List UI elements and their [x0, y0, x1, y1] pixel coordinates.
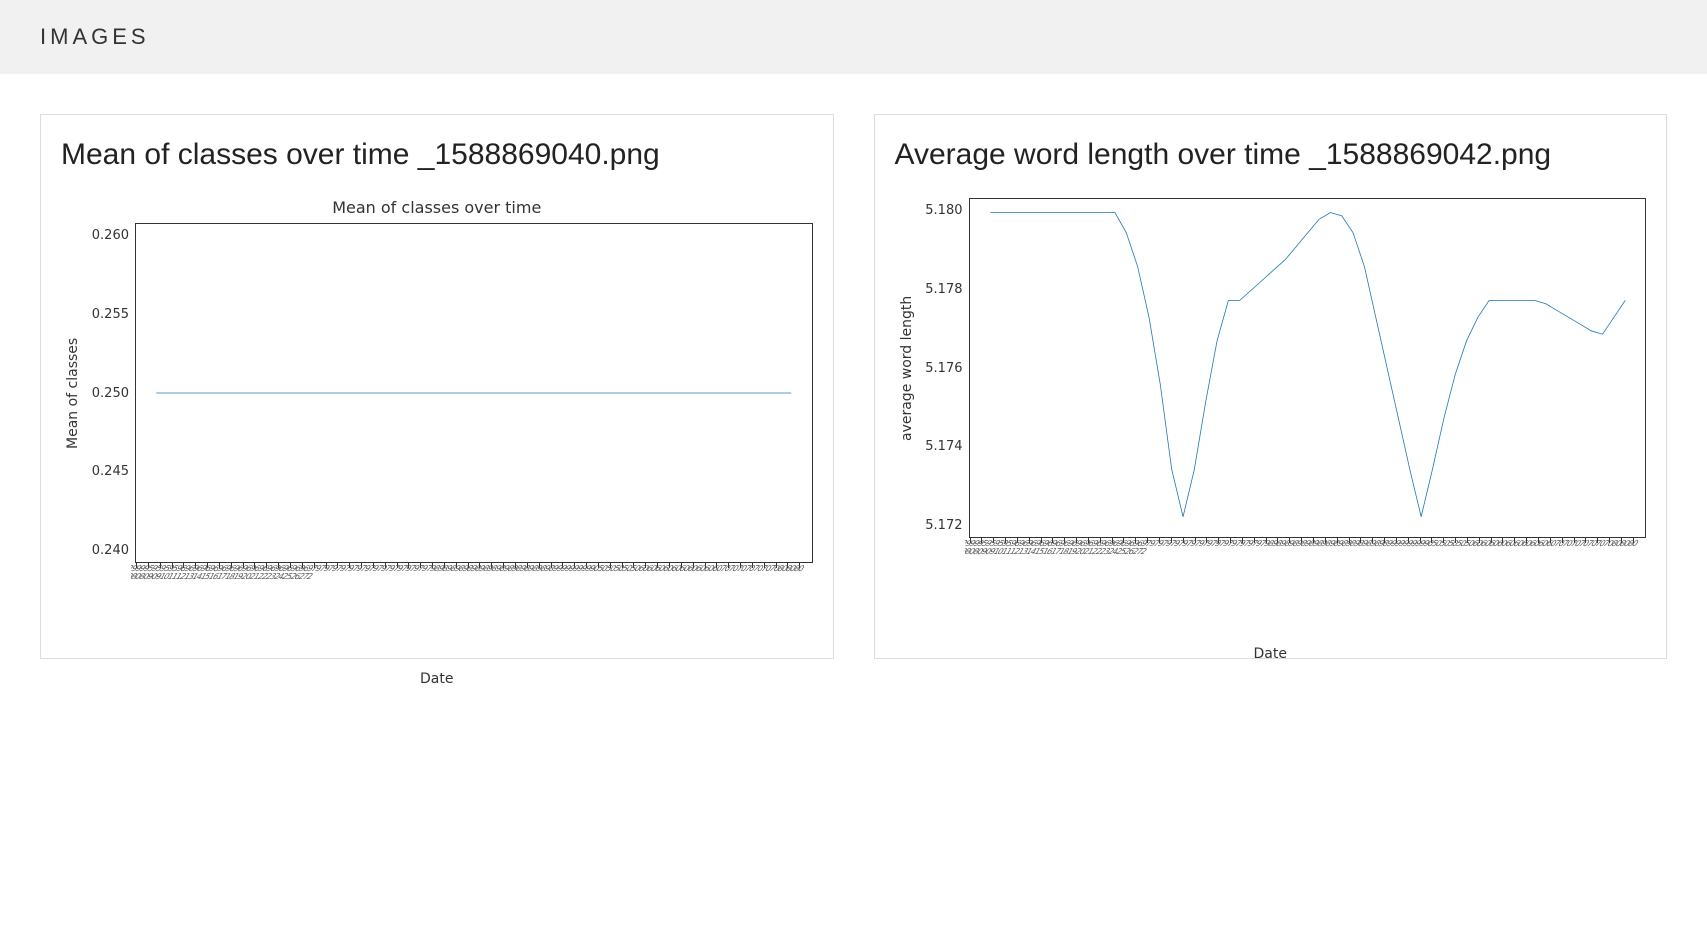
chart-xlabel: Date — [61, 671, 813, 687]
chart-plot-area — [135, 223, 813, 563]
ytick: 5.180 — [919, 204, 963, 217]
chart-mean-of-classes: Mean of classes over time Mean of classe… — [61, 198, 813, 638]
ytick: 5.178 — [919, 283, 963, 296]
ytick: 0.255 — [85, 308, 129, 321]
image-card-title: Mean of classes over time _1588869040.pn… — [61, 135, 813, 174]
chart-body: average word length 5.180 5.178 5.176 5.… — [895, 198, 1647, 538]
image-card: Average word length over time _158886904… — [874, 114, 1668, 659]
ytick: 0.240 — [85, 544, 129, 557]
chart-svg — [970, 199, 1646, 537]
chart-yticks: 0.260 0.255 0.250 0.245 0.240 — [85, 223, 135, 563]
chart-ylabel: average word length — [895, 198, 919, 538]
xtick-texture: 2999959595959696969696969696969696969696… — [131, 563, 809, 611]
chart-body: Mean of classes 0.260 0.255 0.250 0.245 … — [61, 223, 813, 563]
section-header: IMAGES — [0, 0, 1707, 74]
ytick: 5.174 — [919, 440, 963, 453]
ytick: 0.260 — [85, 229, 129, 242]
chart-plot-area — [969, 198, 1647, 538]
xtick-texture: 2999959595959696969696969696969696969696… — [965, 538, 1643, 586]
ytick: 5.172 — [919, 519, 963, 532]
image-card: Mean of classes over time _1588869040.pn… — [40, 114, 834, 659]
ytick: 5.176 — [919, 362, 963, 375]
image-gallery: Mean of classes over time _1588869040.pn… — [0, 74, 1707, 699]
chart-avg-word-length: average word length 5.180 5.178 5.176 5.… — [895, 198, 1647, 638]
ytick: 0.245 — [85, 465, 129, 478]
chart-xtick-labels: 2999959595959696969696969696969696969696… — [965, 538, 1643, 586]
ytick: 0.250 — [85, 387, 129, 400]
chart-yticks: 5.180 5.178 5.176 5.174 5.172 — [919, 198, 969, 538]
chart-xtick-labels: 2999959595959696969696969696969696969696… — [131, 563, 809, 611]
section-header-text: IMAGES — [40, 24, 150, 49]
chart-title: Mean of classes over time — [61, 198, 813, 217]
chart-xlabel: Date — [895, 646, 1647, 662]
chart-ylabel: Mean of classes — [61, 223, 85, 563]
chart-svg — [136, 224, 812, 562]
image-card-title: Average word length over time _158886904… — [895, 135, 1647, 174]
